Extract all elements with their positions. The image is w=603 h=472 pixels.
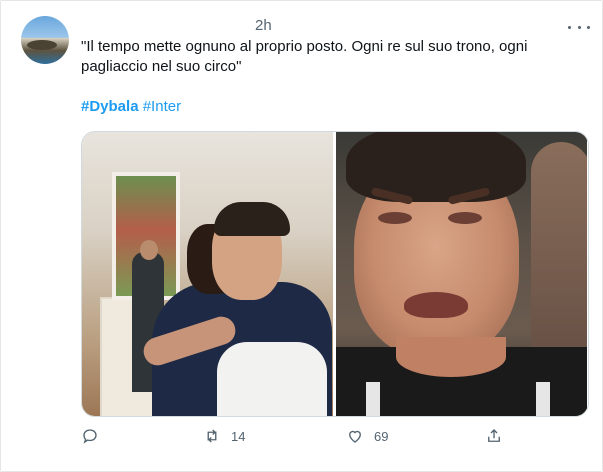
tweet-card[interactable]: 2h "Il tempo mette ognuno al proprio pos…: [0, 0, 603, 472]
like-count: 69: [374, 428, 389, 444]
photo-crying[interactable]: [336, 132, 587, 416]
tweet-timestamp[interactable]: 2h: [255, 17, 272, 34]
share-button[interactable]: [485, 427, 513, 445]
reply-button[interactable]: [81, 427, 109, 445]
photo-hug[interactable]: [82, 132, 333, 416]
hashtag-dybala[interactable]: #Dybala: [81, 98, 139, 115]
hashtag-inter[interactable]: #Inter: [143, 98, 181, 115]
share-icon: [488, 429, 500, 442]
tweet-actions: 14 69: [81, 427, 511, 449]
retweet-icon: [207, 429, 217, 443]
avatar[interactable]: [21, 16, 69, 64]
tweet-text: "Il tempo mette ognuno al proprio posto.…: [81, 38, 528, 75]
like-icon: [349, 430, 361, 443]
more-icon[interactable]: [568, 18, 590, 36]
retweet-button[interactable]: 14: [203, 427, 245, 445]
retweet-count: 14: [231, 428, 246, 444]
tweet-hashtags: #Dybala #Inter: [81, 97, 181, 117]
reply-icon: [83, 429, 97, 444]
tweet-media: [81, 131, 589, 417]
like-button[interactable]: 69: [346, 427, 388, 445]
